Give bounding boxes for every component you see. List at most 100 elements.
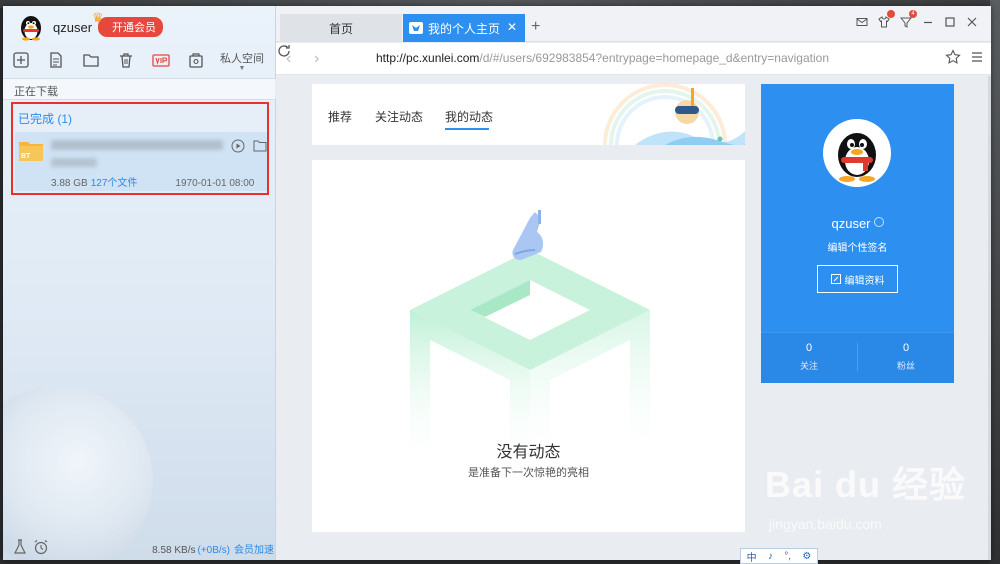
- private-space-button[interactable]: 私人空间 ▼: [220, 50, 264, 72]
- plus-box-icon: [13, 52, 29, 68]
- close-icon: [967, 17, 977, 27]
- edit-profile-label: 编辑资料: [844, 275, 885, 287]
- verified-icon: [873, 217, 884, 227]
- ime-moon-icon[interactable]: ♪: [768, 551, 773, 562]
- profile-name: qzuser: [761, 216, 954, 231]
- task-folder-icon[interactable]: [253, 140, 267, 152]
- tab-my-feed[interactable]: 我的动态: [445, 108, 493, 125]
- folder-icon: [83, 54, 99, 67]
- flask-icon[interactable]: [13, 539, 27, 555]
- watermark-url: jingyan.baidu.com: [769, 516, 882, 532]
- open-vip-button[interactable]: ♛ 开通会员: [92, 10, 164, 37]
- page-scrollbar[interactable]: [988, 76, 991, 560]
- url-path: /d/#/users/692983854?entrypage=homepage_…: [479, 51, 829, 65]
- xunlei-bird-icon: [409, 22, 423, 34]
- empty-state-illustration: [410, 210, 650, 470]
- download-pane: qzuser ♛ 开通会员 私人空间 ▼ 正在下载 已完成 (1) BT 3.8…: [3, 6, 276, 560]
- edit-icon: [830, 274, 841, 284]
- url-input[interactable]: http://pc.xunlei.com/d/#/users/692983854…: [376, 51, 829, 65]
- qq-penguin-icon[interactable]: [17, 13, 45, 41]
- download-task-row[interactable]: BT 3.88 GB 127个文件 1970-01-01 08:00: [15, 132, 267, 191]
- vip-accelerate-link[interactable]: 会员加速: [234, 545, 274, 556]
- maximize-icon: [945, 17, 955, 27]
- followers-label: 粉丝: [896, 361, 915, 371]
- crown-icon: ♛: [92, 10, 104, 25]
- delete-button[interactable]: [117, 51, 135, 69]
- downloading-tab-label: 正在下载: [14, 86, 58, 98]
- vip-badge-icon: [152, 54, 170, 67]
- qq-penguin-large-icon: [838, 133, 876, 182]
- profile-card: qzuser 编辑个性签名 编辑资料 0 关注 0 粉丝: [761, 84, 954, 383]
- rainbow-banner: [603, 84, 745, 145]
- url-host: http://pc.xunlei.com: [376, 51, 480, 65]
- empty-feed-card: 没有动态 是准备下一次惊艳的亮相: [312, 160, 745, 532]
- following-stat[interactable]: 0 关注: [761, 342, 857, 372]
- tab-following-feed[interactable]: 关注动态: [375, 108, 423, 125]
- moon-decoration: [3, 386, 153, 560]
- watermark-text: Bai du 经验: [765, 464, 967, 505]
- window-controls: 4: [847, 10, 979, 29]
- new-tab-button[interactable]: +: [531, 18, 540, 36]
- alarm-clock-icon[interactable]: [33, 539, 49, 555]
- bt-folder-icon: BT: [19, 142, 43, 161]
- tab-home-label: 首页: [328, 21, 353, 36]
- play-icon[interactable]: [231, 139, 245, 153]
- safe-box-button[interactable]: [187, 51, 205, 69]
- user-row: qzuser ♛ 开通会员: [17, 10, 164, 42]
- username-label[interactable]: qzuser: [53, 20, 92, 35]
- empty-feed-subtitle: 是准备下一次惊艳的亮相: [468, 467, 589, 479]
- ime-toolbar: 中 ♪ °, ⚙: [740, 548, 818, 564]
- trash-icon: [120, 53, 132, 68]
- document-icon: [50, 52, 62, 68]
- open-folder-button[interactable]: [82, 51, 100, 69]
- tab-my-homepage[interactable]: 我的个人主页 ✕: [403, 14, 525, 42]
- minimize-icon: [924, 21, 932, 24]
- profile-avatar[interactable]: [823, 119, 891, 187]
- task-date: 1970-01-01 08:00: [175, 178, 255, 189]
- task-meta: 3.88 GB 127个文件 1970-01-01 08:00: [51, 174, 254, 189]
- following-label: 关注: [799, 361, 818, 371]
- blurred-task-name: [51, 140, 223, 150]
- close-button[interactable]: [965, 15, 979, 29]
- speed-bonus: (+0B/s): [197, 545, 230, 556]
- messages-button[interactable]: 4: [899, 10, 917, 29]
- task-file-count[interactable]: 127个文件: [91, 178, 138, 189]
- tab-home[interactable]: 首页: [280, 14, 402, 42]
- ime-chinese-toggle[interactable]: 中: [747, 549, 757, 564]
- notif-count-badge: 4: [909, 10, 917, 18]
- active-tab-underline: [445, 128, 489, 130]
- mail-button[interactable]: [855, 15, 869, 29]
- edit-signature-link[interactable]: 编辑个性签名: [761, 239, 954, 254]
- completed-title[interactable]: 已完成 (1): [18, 110, 72, 127]
- edit-profile-button[interactable]: 编辑资料: [817, 265, 898, 293]
- download-toolbar: 私人空间 ▼: [12, 48, 270, 72]
- back-button[interactable]: ‹: [286, 51, 300, 67]
- profile-stats: 0 关注 0 粉丝: [761, 332, 954, 383]
- forward-button[interactable]: ›: [314, 51, 328, 67]
- downloading-tab[interactable]: 正在下载: [3, 78, 276, 100]
- private-space-label: 私人空间: [220, 53, 264, 65]
- hamburger-menu-icon[interactable]: [971, 51, 983, 63]
- browser-titlebar: 首页 我的个人主页 ✕ + 4: [276, 6, 991, 42]
- tab-recommend[interactable]: 推荐: [328, 108, 352, 125]
- ime-settings-icon[interactable]: ⚙: [802, 551, 811, 562]
- bookmark-star-icon[interactable]: [945, 49, 961, 65]
- skin-button[interactable]: [877, 10, 895, 29]
- skin-notif-dot: [887, 10, 895, 18]
- funnel-icon: [900, 17, 912, 28]
- vip-button[interactable]: [152, 51, 170, 69]
- lock-box-icon: [189, 53, 203, 68]
- tab-my-homepage-label: 我的个人主页: [428, 21, 501, 36]
- followers-count: 0: [902, 342, 910, 354]
- task-size: 3.88 GB: [51, 178, 88, 189]
- profile-name-text: qzuser: [831, 216, 871, 231]
- close-tab-icon[interactable]: ✕: [507, 20, 517, 34]
- details-button[interactable]: [47, 51, 65, 69]
- address-bar: ‹ › http://pc.xunlei.com/d/#/users/69298…: [276, 43, 991, 75]
- followers-stat[interactable]: 0 粉丝: [858, 342, 954, 372]
- feed-tabs: 推荐 关注动态 我的动态: [312, 84, 745, 145]
- maximize-button[interactable]: [943, 15, 957, 29]
- ime-punctuation-icon[interactable]: °,: [784, 551, 791, 562]
- new-task-button[interactable]: [12, 51, 30, 69]
- minimize-button[interactable]: [921, 15, 935, 29]
